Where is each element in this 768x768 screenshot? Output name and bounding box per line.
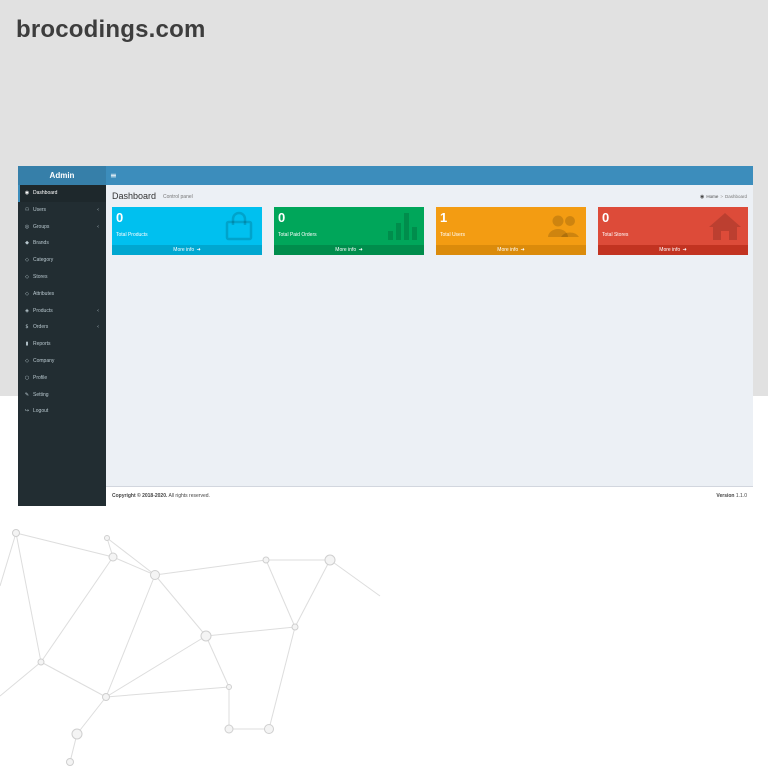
sidebar-item-setting[interactable]: ✎ Setting [18,387,106,404]
admin-panel-screenshot: Admin ≡ ◉ Dashboard ⚇ Users ‹ ◎ Groups ‹… [18,166,753,506]
logout-icon: ↪ [24,408,30,415]
page-footer: Copyright © 2018-2020. All rights reserv… [106,486,753,506]
sidebar-item-label: Dashboard [33,190,58,196]
stat-box-products: 0 Total Products More info ➜ [112,207,262,255]
breadcrumb-separator: > [720,194,723,199]
dashboard-icon: ◉ [699,194,705,200]
more-info-link[interactable]: More info ➜ [112,245,262,255]
arrow-circle-right-icon: ➜ [358,247,363,253]
stat-value: 0 [116,210,124,225]
wrench-icon: ✎ [24,391,30,398]
stat-value: 0 [602,210,610,225]
reports-icon: ▮ [25,341,29,348]
attributes-icon: ◇ [25,290,29,297]
home-icon [709,213,741,240]
stat-label: Total Users [440,232,466,238]
sidebar-item-label: Attributes [33,290,55,297]
version-text: Version 1.1.0 [716,493,747,499]
products-icon: ◈ [25,307,29,314]
sidebar-item-company[interactable]: ◇ Company [18,353,106,370]
users-icon: ⚇ [24,206,30,213]
chevron-left-icon: ‹ [97,324,99,331]
sidebar-item-label: Category [33,257,54,264]
main-content: Dashboard Control panel ◉ Home > Dashboard … [106,185,753,486]
sidebar-item-groups[interactable]: ◎ Groups ‹ [18,219,106,236]
sidebar-item-label: Setting [33,391,49,398]
top-navbar: Admin ≡ [18,166,753,185]
brand-logo[interactable]: Admin [18,166,106,185]
shopping-bag-icon [225,211,253,241]
arrow-circle-right-icon: ➜ [520,247,525,253]
sidebar-item-attributes[interactable]: ◇ Attributes [18,286,106,303]
stat-box-stores: 0 Total Stores More info ➜ [598,207,748,255]
sidebar-item-stores[interactable]: ◇ Stores [18,269,106,286]
more-info-link[interactable]: More info ➜ [598,245,748,255]
sidebar-item-logout[interactable]: ↪ Logout [18,403,106,420]
sidebar-item-reports[interactable]: ▮ Reports [18,336,106,353]
dollar-icon: $ [25,324,29,331]
sidebar-item-users[interactable]: ⚇ Users ‹ [18,202,106,219]
sidebar-item-label: Orders [33,324,49,331]
site-title: brocodings.com [16,16,206,43]
sidebar-item-dashboard[interactable]: ◉ Dashboard [18,185,106,202]
arrow-circle-right-icon: ➜ [682,247,687,253]
sidebar-item-orders[interactable]: $ Orders ‹ [18,319,106,336]
company-icon: ◇ [25,357,29,364]
sidebar-item-label: Reports [33,341,51,348]
dashboard-icon: ◉ [24,190,30,196]
more-info-link[interactable]: More info ➜ [274,245,424,255]
chevron-left-icon: ‹ [97,206,99,213]
sidebar-item-label: Products [33,307,53,314]
sidebar-item-label: Brands [33,240,49,247]
sidebar-item-profile[interactable]: ○ Profile [18,370,106,387]
sidebar-item-label: Groups [33,223,50,230]
bar-chart-icon [388,213,417,240]
sidebar-menu: ◉ Dashboard ⚇ Users ‹ ◎ Groups ‹ ◆ Brand… [18,185,106,420]
tag-icon: ◆ [25,240,29,247]
sidebar-item-products[interactable]: ◈ Products ‹ [18,303,106,320]
stat-box-users: 1 Total Users More info ➜ [436,207,586,255]
breadcrumb-current: Dashboard [724,194,747,199]
users-icon [548,215,579,237]
profile-icon: ○ [24,374,30,381]
groups-icon: ◎ [24,223,30,230]
breadcrumb-home[interactable]: Home [706,194,718,199]
page-subtitle: Control panel [163,194,193,200]
page-title: Dashboard [112,191,157,201]
stores-icon: ◇ [25,273,29,280]
stat-label: Total Paid Orders [278,232,317,238]
more-info-link[interactable]: More info ➜ [436,245,586,255]
sidebar-item-label: Logout [33,408,49,415]
menu-icon[interactable]: ≡ [110,166,117,185]
category-icon: ◇ [25,257,29,264]
sidebar-item-label: Stores [33,273,48,280]
content-header: Dashboard Control panel ◉ Home > Dashboard [112,189,747,205]
chevron-left-icon: ‹ [97,223,99,230]
sidebar: ◉ Dashboard ⚇ Users ‹ ◎ Groups ‹ ◆ Brand… [18,185,106,506]
sidebar-item-label: Users [33,206,47,213]
sidebar-item-label: Profile [33,374,48,381]
stat-box-paid-orders: 0 Total Paid Orders More info ➜ [274,207,424,255]
stat-value: 1 [440,210,448,225]
arrow-circle-right-icon: ➜ [196,247,201,253]
stat-value: 0 [278,210,286,225]
stat-label: Total Products [116,232,148,238]
stat-label: Total Stores [602,232,629,238]
sidebar-item-brands[interactable]: ◆ Brands [18,235,106,252]
sidebar-item-label: Company [33,357,55,364]
sidebar-item-category[interactable]: ◇ Category [18,252,106,269]
copyright-text: Copyright © 2018-2020. All rights reserv… [112,493,210,499]
chevron-left-icon: ‹ [97,307,99,314]
breadcrumb: ◉ Home > Dashboard [700,194,747,200]
